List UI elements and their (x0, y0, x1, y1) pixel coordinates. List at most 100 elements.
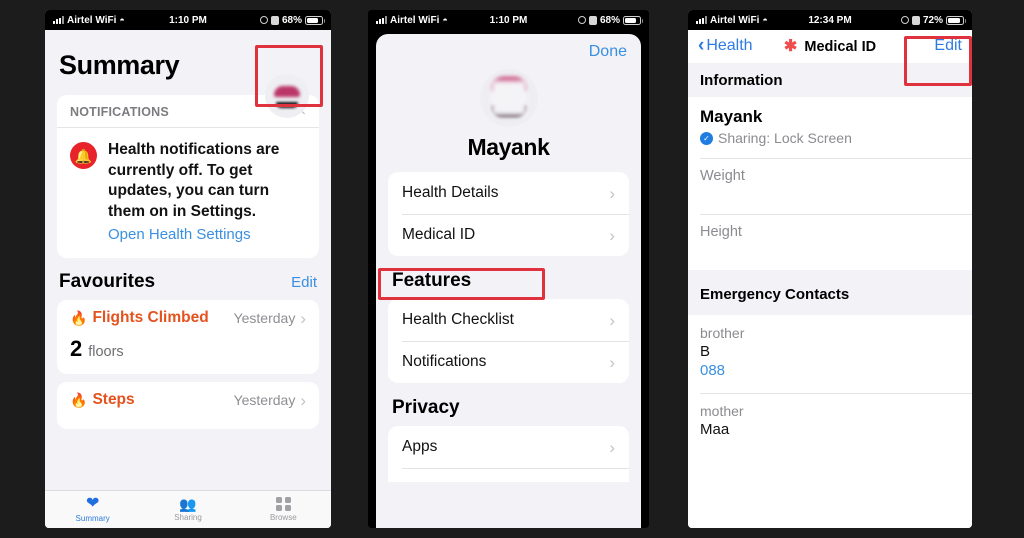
favourite-timestamp: Yesterday (233, 392, 296, 409)
profile-sheet: Done Mayank Health Details › Medical ID … (376, 34, 641, 528)
sharing-status: ✓ Sharing: Lock Screen (700, 130, 960, 146)
wifi-icon: ◓ (442, 15, 448, 25)
row-health-checklist[interactable]: Health Checklist › (388, 299, 629, 341)
contact-name: Maa (700, 421, 730, 438)
row-label: Notifications (402, 353, 487, 370)
field-label: Weight (700, 168, 745, 184)
carrier-label: Airtel WiFi (390, 14, 440, 26)
phone-1-content: Summary NOTIFICATIONS × 🔔 Health notific… (45, 30, 331, 528)
wifi-icon: ◓ (762, 15, 768, 25)
contact-relation: brother (700, 325, 745, 341)
phone-3-content: ‹ Health ✱ Medical ID Edit Information M… (688, 30, 972, 528)
notifications-header-label: NOTIFICATIONS (70, 104, 169, 119)
tab-browse[interactable]: Browse (236, 496, 331, 523)
tab-label: Sharing (174, 513, 202, 522)
flame-icon: 🔥 (70, 310, 88, 327)
privacy-card: Apps › (388, 426, 629, 482)
carrier-label: Airtel WiFi (67, 14, 117, 26)
battery-icon (623, 15, 643, 25)
contact-name: B (700, 343, 711, 360)
avatar-blur-top (274, 86, 300, 97)
phone-1-screen: Airtel WiFi ◓ 1:10 PM 68% Summary NOTIFI… (45, 10, 331, 528)
row-medical-id[interactable]: Medical ID › (388, 214, 629, 256)
heart-icon: ❤ (85, 495, 100, 512)
favourite-card-steps[interactable]: 🔥 Steps Yesterday › (57, 382, 319, 430)
favourite-card-flights-climbed[interactable]: 🔥 Flights Climbed Yesterday › 2 floors (57, 300, 319, 375)
favourite-card-top: 🔥 Steps Yesterday › (70, 391, 306, 409)
row-apps[interactable]: Apps › (388, 426, 629, 468)
information-section-header: Information (688, 63, 972, 97)
battery-percent: 68% (281, 14, 302, 26)
done-button[interactable]: Done (376, 34, 641, 61)
carrier-label: Airtel WiFi (710, 14, 760, 26)
notifications-message-block: Health notifications are currently off. … (108, 140, 306, 245)
alarm-icon (270, 15, 279, 25)
phone-3-screen: Airtel WiFi ◓ 12:34 PM 72% ‹ Health ✱ Me… (688, 10, 972, 528)
favourite-timestamp: Yesterday (233, 310, 296, 327)
chevron-right-icon: › (300, 308, 306, 328)
favourite-unit: floors (88, 344, 124, 361)
profile-avatar[interactable] (265, 74, 309, 118)
phone-2-profile-sheet: Airtel WiFi ◓ 1:10 PM 68% Done Mayank He… (368, 10, 649, 528)
tab-summary[interactable]: ❤ Summary (45, 495, 140, 524)
nav-title-label: Medical ID (804, 38, 877, 55)
signal-bars-icon (53, 16, 64, 24)
status-bar-left: Airtel WiFi ◓ (53, 15, 125, 26)
emergency-contact-row[interactable]: brother B 088 (688, 315, 972, 393)
battery-icon (946, 15, 966, 25)
signal-bars-icon (696, 16, 707, 24)
tab-sharing[interactable]: 👥 Sharing (140, 497, 235, 522)
emergency-contacts-header: Emergency Contacts (688, 270, 972, 315)
status-bar-right: 72% (900, 15, 966, 26)
emergency-contact-row[interactable]: mother Maa (688, 393, 972, 452)
chevron-left-icon: ‹ (698, 35, 705, 56)
phone-1-summary: Airtel WiFi ◓ 1:10 PM 68% Summary NOTIFI… (45, 10, 331, 528)
back-button-health[interactable]: ‹ Health (698, 36, 753, 55)
profile-name: Mayank (467, 134, 550, 160)
people-icon: 👥 (179, 496, 197, 512)
features-section-title: Features (392, 270, 472, 291)
row-label: Apps (402, 438, 438, 455)
status-bar-left: Airtel WiFi ◓ (696, 15, 768, 26)
favourite-value-block: 2 floors (70, 336, 306, 362)
notifications-card: NOTIFICATIONS × 🔔 Health notifications a… (57, 95, 319, 259)
profile-avatar[interactable] (479, 69, 538, 127)
favourites-edit-button[interactable]: Edit (291, 274, 317, 291)
navigation-bar: ‹ Health ✱ Medical ID Edit (688, 30, 972, 63)
chevron-right-icon: › (609, 352, 615, 372)
grid-icon (276, 496, 291, 512)
contact-number[interactable]: 088 (700, 362, 960, 379)
status-bar: Airtel WiFi ◓ 12:34 PM 72% (688, 10, 972, 30)
location-icon (900, 16, 909, 24)
favourites-header: Favourites Edit (45, 258, 331, 300)
row-notifications[interactable]: Notifications › (388, 341, 629, 383)
tab-label: Summary (75, 514, 110, 523)
status-bar-left: Airtel WiFi ◓ (376, 15, 448, 26)
phone-2-screen: Airtel WiFi ◓ 1:10 PM 68% Done Mayank He… (368, 10, 649, 528)
field-label: Height (700, 224, 742, 240)
notifications-message: Health notifications are currently off. … (108, 141, 280, 220)
back-label: Health (706, 36, 753, 54)
wifi-icon: ◓ (119, 15, 125, 25)
edit-button[interactable]: Edit (934, 37, 962, 55)
location-icon (259, 16, 268, 24)
battery-icon (305, 15, 325, 25)
notifications-card-body: 🔔 Health notifications are currently off… (57, 128, 319, 258)
row-label: Health Details (402, 184, 499, 201)
open-health-settings-link[interactable]: Open Health Settings (108, 225, 306, 245)
row-health-details[interactable]: Health Details › (388, 172, 629, 214)
tab-label: Browse (269, 513, 297, 523)
avatar-blur-mask (490, 80, 527, 116)
row-height[interactable]: Height (688, 214, 972, 270)
chevron-right-icon: › (300, 390, 306, 410)
features-card: Health Checklist › Notifications › (388, 299, 629, 383)
medical-asterisk-icon: ✱ (783, 37, 798, 55)
avatar-blur-bottom (276, 102, 298, 108)
privacy-section-title: Privacy (392, 397, 460, 418)
favourite-card-top: 🔥 Flights Climbed Yesterday › (70, 309, 306, 327)
row-weight[interactable]: Weight (688, 158, 972, 214)
favourite-name: Steps (92, 391, 135, 409)
medical-id-name: Mayank (700, 107, 763, 126)
favourite-value: 2 (70, 336, 82, 362)
status-bar: Airtel WiFi ◓ 1:10 PM 68% (45, 10, 331, 30)
